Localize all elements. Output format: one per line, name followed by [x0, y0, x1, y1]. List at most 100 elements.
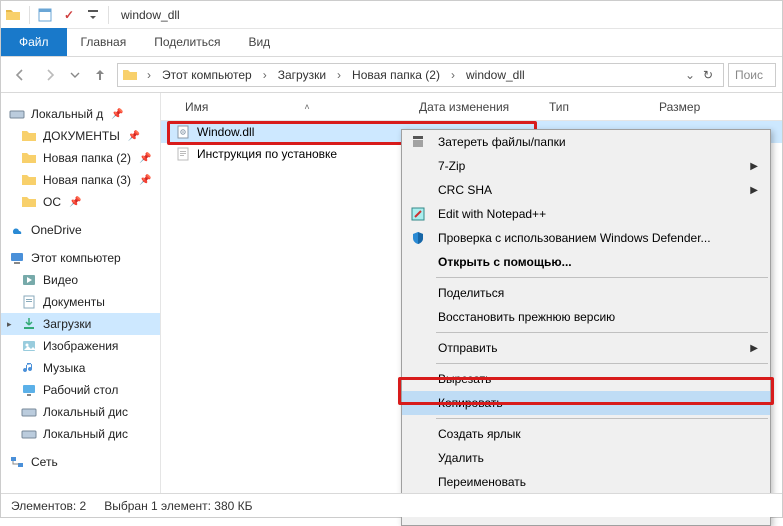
nav-recent-button[interactable] — [67, 62, 83, 88]
context-menu-item[interactable]: Восстановить прежнюю версию — [402, 305, 770, 329]
nav-thispc-item[interactable]: Видео — [1, 269, 160, 291]
navigation-pane: Локальный д📌 ДОКУМЕНТЫ📌Новая папка (2)📌Н… — [1, 93, 161, 495]
folder-icon — [21, 172, 37, 188]
pin-icon: 📌 — [69, 197, 81, 208]
window-title: window_dll — [121, 8, 180, 22]
nav-thispc-item[interactable]: Рабочий стол — [1, 379, 160, 401]
context-menu-item[interactable]: 7-Zip ▶ — [402, 154, 770, 178]
qat-properties-button[interactable] — [34, 4, 56, 26]
file-icon — [175, 124, 191, 140]
ribbon-file-tab[interactable]: Файл — [1, 28, 67, 56]
nav-thispc-item[interactable]: Документы — [1, 291, 160, 313]
library-icon — [21, 338, 37, 354]
ribbon-tab-share[interactable]: Поделиться — [140, 28, 234, 56]
refresh-button[interactable]: ↻ — [697, 68, 719, 82]
nav-quick-item[interactable]: Новая папка (3)📌 — [1, 169, 160, 191]
npp-icon — [410, 206, 426, 222]
menu-item-label: Поделиться — [438, 286, 504, 300]
breadcrumb-item[interactable]: window_dll — [460, 66, 531, 84]
qat-dropdown-button[interactable] — [82, 4, 104, 26]
column-type[interactable]: Тип — [541, 93, 651, 120]
nav-quick-item[interactable]: ОС📌 — [1, 191, 160, 213]
ribbon-tabs: Файл Главная Поделиться Вид — [1, 29, 782, 57]
context-menu-item[interactable]: Отправить▶ — [402, 336, 770, 360]
file-name: Инструкция по установке — [197, 147, 337, 161]
folder-icon — [21, 150, 37, 166]
menu-item-label: 7-Zip — [438, 159, 465, 173]
context-menu-item[interactable]: Вырезать — [402, 367, 770, 391]
chevron-right-icon[interactable]: › — [144, 68, 154, 82]
pin-icon: 📌 — [139, 153, 151, 164]
chevron-right-icon[interactable]: › — [260, 68, 270, 82]
column-headers[interactable]: Имя˄ Дата изменения Тип Размер — [161, 93, 782, 121]
nav-up-button[interactable] — [87, 62, 113, 88]
file-icon — [175, 146, 191, 162]
nav-thispc-item[interactable]: Музыка — [1, 357, 160, 379]
chevron-down-icon[interactable]: ⌄ — [685, 68, 695, 82]
menu-item-label: Отправить — [438, 341, 498, 355]
search-input[interactable]: Поис — [728, 63, 776, 87]
library-icon — [21, 272, 37, 288]
library-icon — [21, 404, 37, 420]
nav-onedrive[interactable]: OneDrive — [1, 219, 160, 241]
shred-icon — [410, 134, 426, 150]
qat-check-button[interactable]: ✓ — [58, 4, 80, 26]
breadcrumb-bar[interactable]: › Этот компьютер › Загрузки › Новая папк… — [117, 63, 724, 87]
folder-icon — [122, 67, 138, 83]
context-menu-item[interactable]: Создать ярлык — [402, 422, 770, 446]
context-menu-item[interactable]: Затереть файлы/папки — [402, 130, 770, 154]
context-menu-item[interactable]: Открыть с помощью... — [402, 250, 770, 274]
nav-thispc-item[interactable]: Локальный дис — [1, 423, 160, 445]
chevron-right-icon[interactable]: › — [448, 68, 458, 82]
column-size[interactable]: Размер — [651, 93, 731, 120]
folder-icon — [5, 7, 21, 23]
nav-back-button[interactable] — [7, 62, 33, 88]
breadcrumb-item[interactable]: Новая папка (2) — [346, 66, 446, 84]
column-name[interactable]: Имя˄ — [161, 93, 411, 120]
library-icon — [21, 426, 37, 442]
library-icon — [21, 360, 37, 376]
menu-item-label: Создать ярлык — [438, 427, 521, 441]
nav-thispc-item[interactable]: Изображения — [1, 335, 160, 357]
breadcrumb-item[interactable]: Загрузки — [272, 66, 332, 84]
menu-item-label: Проверка с использованием Windows Defend… — [438, 231, 711, 245]
pin-icon: 📌 — [111, 109, 123, 120]
menu-item-label: CRC SHA — [438, 183, 492, 197]
breadcrumb-item[interactable]: Этот компьютер — [156, 66, 258, 84]
context-menu-item[interactable]: Поделиться — [402, 281, 770, 305]
ribbon-tab-home[interactable]: Главная — [67, 28, 141, 56]
chevron-right-icon[interactable]: › — [334, 68, 344, 82]
drive-icon — [9, 106, 25, 122]
nav-forward-button[interactable] — [37, 62, 63, 88]
menu-item-label: Удалить — [438, 451, 484, 465]
nav-network[interactable]: Сеть — [1, 451, 160, 473]
expand-arrow-icon[interactable]: ▸ — [7, 319, 12, 330]
title-bar: ✓ window_dll — [1, 1, 782, 29]
nav-quick-item[interactable]: ДОКУМЕНТЫ📌 — [1, 125, 160, 147]
context-menu-item[interactable]: CRC SHA▶ — [402, 178, 770, 202]
file-name: Window.dll — [197, 125, 254, 139]
menu-separator — [436, 363, 768, 364]
menu-separator — [436, 332, 768, 333]
submenu-arrow-icon: ▶ — [750, 161, 758, 172]
context-menu: Затереть файлы/папки 7-Zip ▶ CRC SHA▶Edit w… — [401, 129, 771, 526]
context-menu-item[interactable]: Удалить — [402, 446, 770, 470]
context-menu-item[interactable]: Проверка с использованием Windows Defend… — [402, 226, 770, 250]
context-menu-item[interactable]: Переименовать — [402, 470, 770, 494]
quick-access-toolbar: ✓ — [34, 4, 104, 26]
nav-thispc-item[interactable]: Локальный дис — [1, 401, 160, 423]
column-date[interactable]: Дата изменения — [411, 93, 541, 120]
context-menu-item[interactable]: Edit with Notepad++ — [402, 202, 770, 226]
menu-separator — [436, 418, 768, 419]
nav-thispc-item[interactable]: ▸Загрузки — [1, 313, 160, 335]
ribbon-tab-view[interactable]: Вид — [234, 28, 284, 56]
menu-item-label: Восстановить прежнюю версию — [438, 310, 615, 324]
nav-this-pc[interactable]: Этот компьютер — [1, 247, 160, 269]
status-item-count: Элементов: 2 — [11, 499, 86, 513]
nav-quick-access[interactable]: Локальный д📌 — [1, 103, 160, 125]
menu-item-label: Затереть файлы/папки — [438, 135, 566, 149]
pin-icon: 📌 — [139, 175, 151, 186]
context-menu-item[interactable]: Копировать — [402, 391, 770, 415]
nav-quick-item[interactable]: Новая папка (2)📌 — [1, 147, 160, 169]
status-selection: Выбран 1 элемент: 380 КБ — [104, 499, 252, 513]
